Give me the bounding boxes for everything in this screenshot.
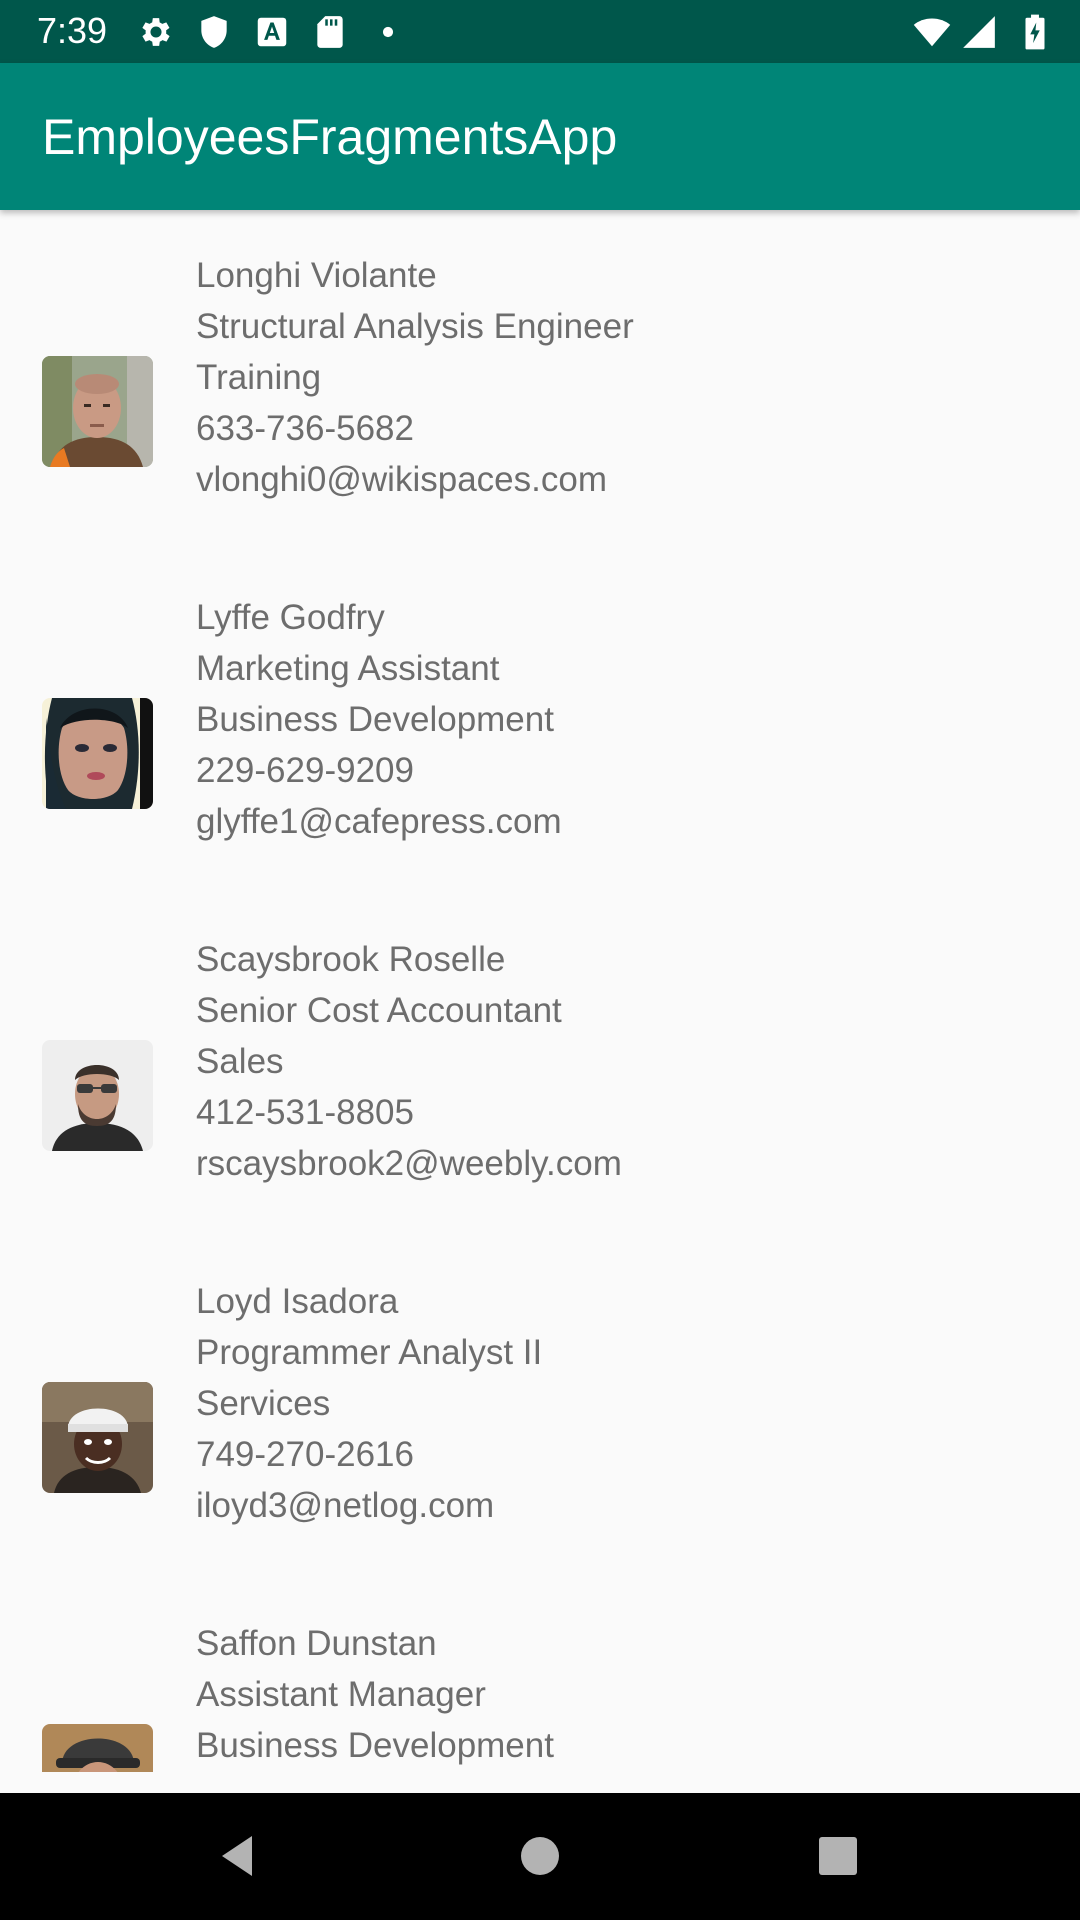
employee-name: Saffon Dunstan: [196, 1624, 437, 1663]
employee-row[interactable]: Scaysbrook Roselle Senior Cost Accountan…: [0, 934, 1080, 1276]
employee-department: Business Development: [196, 1726, 554, 1765]
employee-phone: 412-531-8805: [196, 1093, 414, 1132]
cell-signal-icon: [963, 16, 995, 48]
employee-info: Lyffe Godfry Marketing Assistant Busines…: [196, 592, 956, 847]
back-icon: [222, 1836, 252, 1876]
employee-title: Structural Analysis Engineer: [196, 307, 634, 346]
employee-info: Longhi Violante Structural Analysis Engi…: [196, 250, 956, 505]
employee-list[interactable]: Longhi Violante Structural Analysis Engi…: [0, 210, 1080, 1772]
navigation-bar: [0, 1793, 1080, 1920]
back-button[interactable]: [208, 1826, 268, 1886]
employee-title: Senior Cost Accountant: [196, 991, 562, 1030]
employee-avatar: [42, 1040, 153, 1151]
employee-department: Training: [196, 358, 322, 397]
employee-name: Scaysbrook Roselle: [196, 940, 506, 979]
wifi-icon: [913, 18, 951, 47]
employee-photo: [42, 1724, 153, 1772]
dot-icon: [382, 26, 394, 38]
employee-phone: 633-736-5682: [196, 409, 414, 448]
employee-phone: 749-270-2616: [196, 1435, 414, 1474]
settings-gear-icon: [142, 18, 170, 46]
text-a-icon: [257, 17, 287, 47]
home-button[interactable]: [510, 1826, 570, 1886]
recents-button[interactable]: [808, 1826, 868, 1886]
employee-avatar: [42, 698, 153, 809]
employee-info: Scaysbrook Roselle Senior Cost Accountan…: [196, 934, 956, 1189]
home-icon: [521, 1837, 559, 1875]
employee-photo: [42, 356, 153, 467]
status-time: 7:39: [37, 10, 108, 51]
employee-row[interactable]: Loyd Isadora Programmer Analyst II Servi…: [0, 1276, 1080, 1618]
status-bar: 7:39: [0, 0, 1080, 63]
employee-email: glyffe1@cafepress.com: [196, 802, 562, 841]
employee-department: Business Development: [196, 700, 554, 739]
app-bar: EmployeesFragmentsApp: [0, 63, 1080, 210]
employee-email: rscaysbrook2@weebly.com: [196, 1144, 622, 1183]
employee-avatar: [42, 356, 153, 467]
employee-row[interactable]: Saffon Dunstan Assistant Manager Busines…: [0, 1618, 1080, 1772]
employee-row[interactable]: Longhi Violante Structural Analysis Engi…: [0, 250, 1080, 592]
employee-row[interactable]: Lyffe Godfry Marketing Assistant Busines…: [0, 592, 1080, 934]
employee-title: Marketing Assistant: [196, 649, 500, 688]
recents-icon: [819, 1837, 857, 1875]
employee-photo: [42, 698, 153, 809]
employee-email: vlonghi0@wikispaces.com: [196, 460, 607, 499]
employee-info: Saffon Dunstan Assistant Manager Busines…: [196, 1618, 956, 1771]
employee-email: iloyd3@netlog.com: [196, 1486, 495, 1525]
shield-icon: [201, 16, 227, 48]
sd-card-icon: [317, 16, 343, 48]
app-title: EmployeesFragmentsApp: [42, 109, 618, 165]
employee-title: Programmer Analyst II: [196, 1333, 543, 1372]
employee-name: Loyd Isadora: [196, 1282, 399, 1321]
employee-info: Loyd Isadora Programmer Analyst II Servi…: [196, 1276, 956, 1531]
employee-avatar: [42, 1724, 153, 1772]
employee-photo: [42, 1040, 153, 1151]
employee-department: Services: [196, 1384, 331, 1423]
battery-charging-icon: [1025, 14, 1045, 50]
employee-photo: [42, 1382, 153, 1493]
employee-department: Sales: [196, 1042, 284, 1081]
employee-name: Longhi Violante: [196, 256, 437, 295]
employee-name: Lyffe Godfry: [196, 598, 385, 637]
employee-avatar: [42, 1382, 153, 1493]
employee-title: Assistant Manager: [196, 1675, 486, 1714]
employee-phone: 229-629-9209: [196, 751, 414, 790]
